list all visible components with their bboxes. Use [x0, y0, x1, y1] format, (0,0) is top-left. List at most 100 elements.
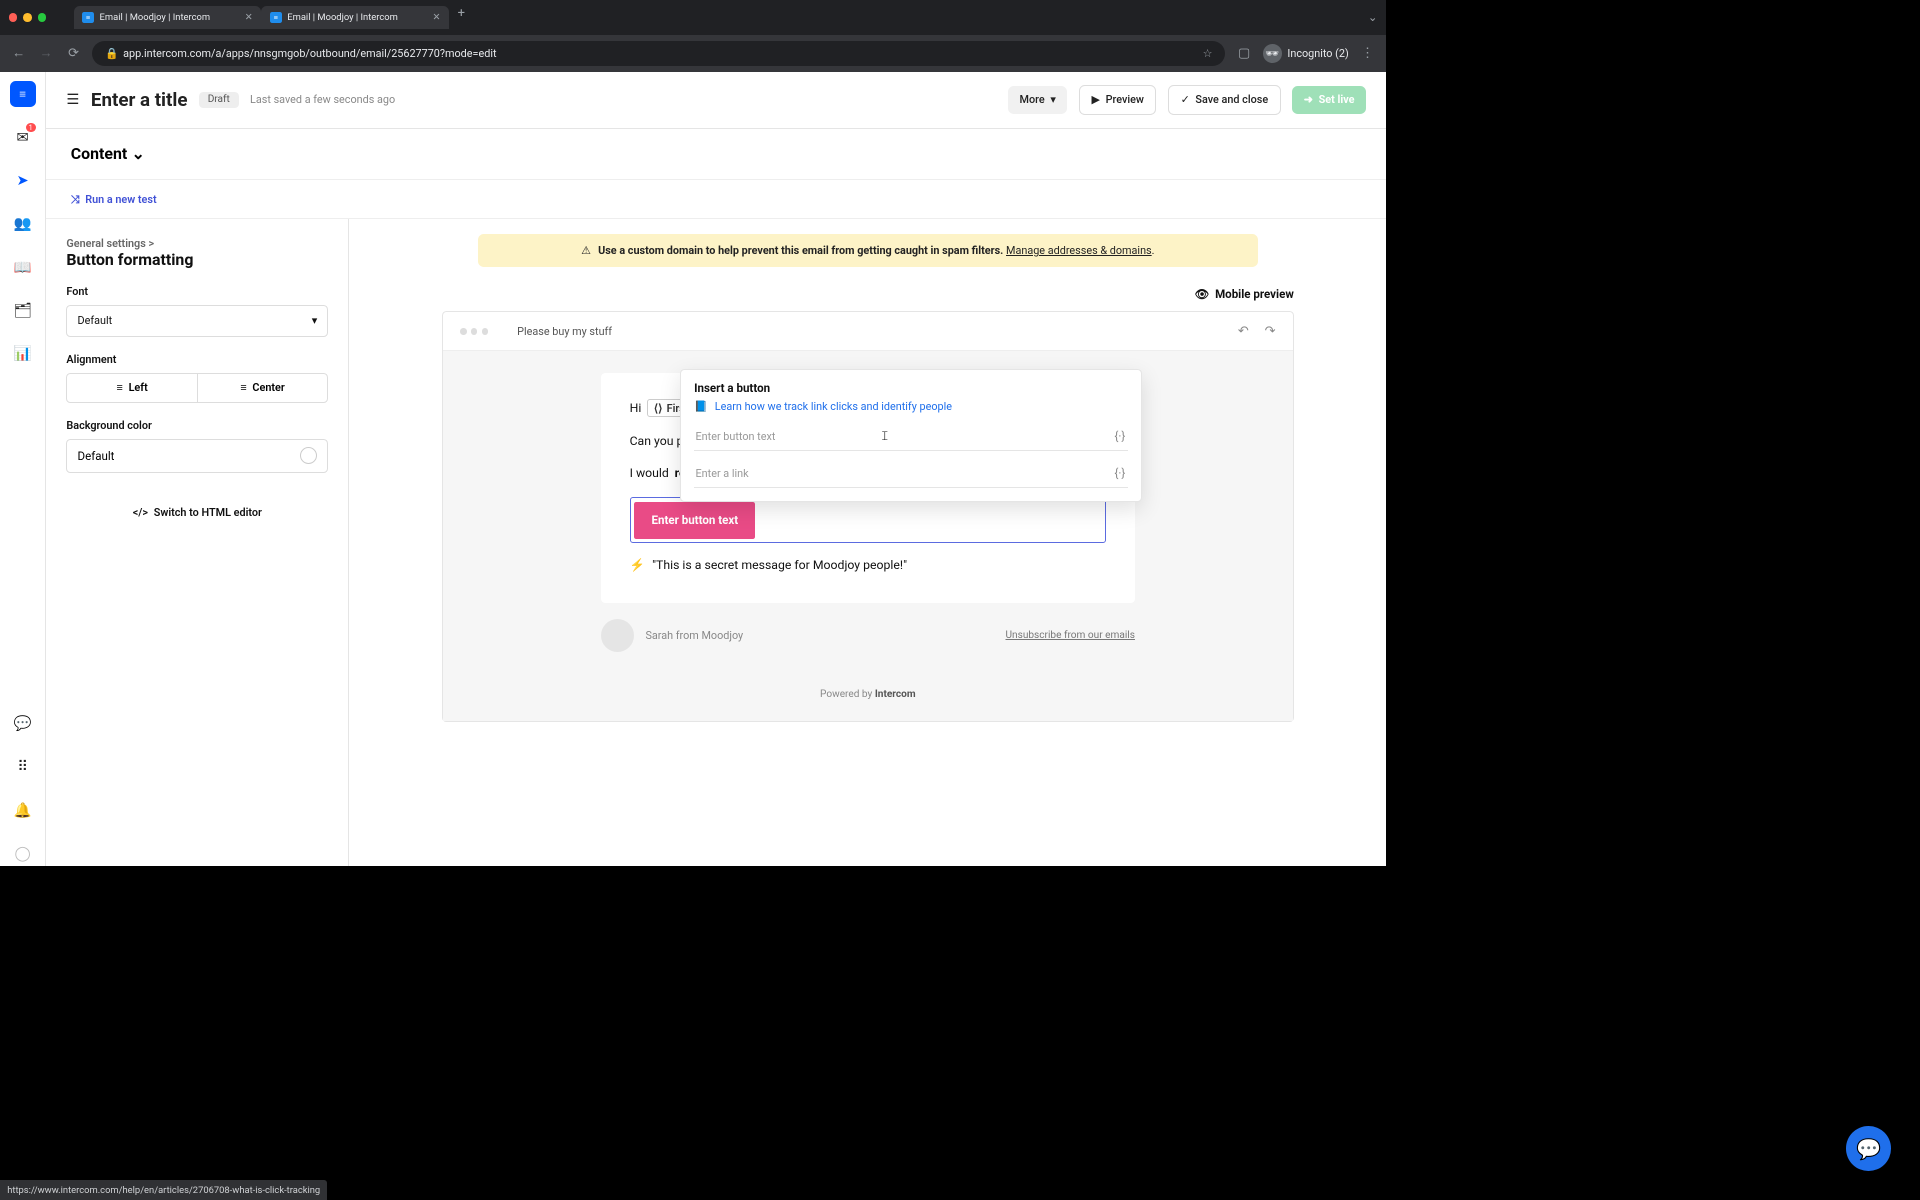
save-label: Save and close: [1195, 93, 1268, 106]
conditional-block[interactable]: ⚡ "This is a secret message for Moodjoy …: [630, 558, 1107, 572]
warning-text: Use a custom domain to help prevent this…: [598, 244, 1003, 257]
chevron-down-icon: ▾: [312, 314, 317, 327]
rail-reports[interactable]: 📊: [10, 341, 36, 367]
preview-label: Preview: [1106, 93, 1144, 106]
variable-icon: ⟨⟩: [654, 402, 662, 415]
align-left-button[interactable]: ≡ Left: [67, 374, 197, 401]
more-menu[interactable]: More ▾: [1008, 86, 1067, 113]
runtest-label: Run a new test: [85, 193, 156, 206]
button-link-input[interactable]: [694, 460, 1128, 488]
chevron-down-icon: ▾: [1050, 93, 1055, 106]
settings-heading: Button formatting: [66, 250, 328, 269]
back-button[interactable]: ←: [10, 45, 27, 61]
tab-favicon: ≡: [82, 12, 94, 24]
preview-button[interactable]: ▶ Preview: [1079, 85, 1157, 114]
chevron-down-icon[interactable]: ⌄: [1368, 10, 1378, 24]
rail-outbound[interactable]: ➤: [10, 167, 36, 193]
text-cursor-icon: 𝙸: [880, 429, 889, 444]
font-value: Default: [78, 314, 113, 327]
status-bar-url: https://www.intercom.com/help/en/article…: [0, 1180, 327, 1200]
tab-title: Email | Moodjoy | Intercom: [287, 12, 398, 23]
email-preview-frame: Please buy my stuff ↶ ↷ Hi ⟨⟩: [442, 311, 1294, 722]
warning-icon: ⚠: [581, 244, 591, 257]
close-window[interactable]: [9, 13, 18, 22]
mobile-preview-toggle[interactable]: 👁 Mobile preview: [1195, 287, 1294, 301]
email-signature: Sarah from Moodjoy Unsubscribe from our …: [601, 619, 1135, 652]
minimize-window[interactable]: [23, 13, 32, 22]
settings-breadcrumb[interactable]: General settings >: [66, 237, 328, 250]
eye-icon: 👁: [1195, 287, 1210, 301]
bg-label: Background color: [66, 419, 328, 432]
incognito-icon: 🕶: [1263, 44, 1282, 63]
run-new-test-link[interactable]: ⤨ Run a new test: [71, 193, 157, 207]
align-center-label: Center: [252, 381, 284, 394]
undo-icon[interactable]: ↶: [1238, 324, 1249, 339]
font-select[interactable]: Default ▾: [66, 305, 328, 337]
button-text-input[interactable]: [694, 423, 1128, 451]
messenger-fab[interactable]: 💬: [1846, 1126, 1891, 1171]
setlive-label: Set live: [1319, 93, 1355, 106]
editor-topbar: ☰ Enter a title Draft Last saved a few s…: [46, 72, 1386, 128]
titlebar: ≡ Email | Moodjoy | Intercom ✕ ≡ Email |…: [0, 0, 1386, 35]
shuffle-icon: ⤨: [71, 193, 80, 207]
align-left-label: Left: [129, 381, 148, 394]
new-tab-button[interactable]: +: [449, 6, 474, 29]
bg-value: Default: [78, 449, 115, 463]
save-close-button[interactable]: ✓ Save and close: [1168, 85, 1281, 114]
incognito-indicator[interactable]: 🕶 Incognito (2): [1263, 44, 1349, 63]
last-saved-text: Last saved a few seconds ago: [250, 93, 395, 106]
rail-profile[interactable]: ◯: [10, 840, 36, 866]
variable-icon[interactable]: {·}: [1114, 466, 1125, 480]
align-left-icon: ≡: [116, 381, 122, 394]
browser-tab-2[interactable]: ≡ Email | Moodjoy | Intercom ✕: [261, 6, 449, 29]
menu-toggle[interactable]: ☰: [66, 91, 79, 108]
play-icon: ▶: [1092, 93, 1100, 106]
variable-icon[interactable]: {·}: [1114, 429, 1125, 443]
rail-apps[interactable]: ⠿: [10, 754, 36, 780]
incognito-label: Incognito (2): [1287, 47, 1348, 60]
close-tab-icon[interactable]: ✕: [245, 12, 253, 23]
bolt-icon: ⚡: [630, 558, 645, 572]
button-block[interactable]: Enter button text: [630, 497, 1107, 543]
reload-button[interactable]: ⟳: [65, 46, 82, 61]
color-swatch[interactable]: [300, 447, 317, 464]
forward-button[interactable]: →: [38, 45, 55, 61]
bookmark-icon[interactable]: ☆: [1203, 47, 1213, 60]
mobile-preview-label: Mobile preview: [1215, 287, 1294, 301]
insert-button-popover: Insert a button 📘 Learn how we track lin…: [680, 369, 1142, 502]
warning-link[interactable]: Manage addresses & domains: [1006, 244, 1152, 257]
intercom-logo[interactable]: ≡: [10, 81, 36, 107]
rail-inbox[interactable]: ✉ 1: [10, 124, 36, 150]
url-bar[interactable]: 🔒 app.intercom.com/a/apps/nnsgmgob/outbo…: [92, 41, 1225, 66]
unsubscribe-link[interactable]: Unsubscribe from our emails: [1006, 630, 1135, 641]
align-center-button[interactable]: ≡ Center: [198, 374, 327, 401]
redo-icon[interactable]: ↷: [1265, 324, 1276, 339]
email-body-card[interactable]: Hi ⟨⟩ First Can you ple I would rea: [601, 373, 1135, 603]
close-tab-icon[interactable]: ✕: [433, 12, 441, 23]
rail-operator[interactable]: 🗂: [10, 297, 36, 323]
rail-contacts[interactable]: 👥: [10, 211, 36, 237]
sender-avatar: [601, 619, 634, 652]
set-live-button[interactable]: ➜ Set live: [1292, 86, 1366, 113]
switch-html-editor[interactable]: </> Switch to HTML editor: [66, 506, 328, 519]
popover-learn-link[interactable]: 📘 Learn how we track link clicks and ide…: [694, 400, 1128, 413]
arrow-icon: ➜: [1304, 93, 1313, 106]
rail-articles[interactable]: 📖: [10, 254, 36, 280]
content-section-header[interactable]: Content ⌄: [46, 129, 1386, 181]
maximize-window[interactable]: [38, 13, 47, 22]
draft-badge: Draft: [199, 92, 238, 109]
rail-messenger[interactable]: 💬: [10, 711, 36, 737]
email-subject[interactable]: Please buy my stuff: [496, 325, 1222, 338]
tab-favicon: ≡: [270, 12, 282, 24]
lock-icon: 🔒: [105, 47, 118, 60]
page-title[interactable]: Enter a title: [91, 89, 188, 111]
check-icon: ✓: [1181, 93, 1190, 106]
traffic-dots: [460, 328, 488, 334]
button-block-text: Enter button text: [634, 502, 755, 539]
bg-color-input[interactable]: Default: [66, 439, 328, 473]
extensions-icon[interactable]: ▢: [1235, 46, 1252, 61]
alignment-segment: ≡ Left ≡ Center: [66, 373, 328, 402]
browser-tab-1[interactable]: ≡ Email | Moodjoy | Intercom ✕: [74, 6, 262, 29]
rail-notifications[interactable]: 🔔: [10, 797, 36, 823]
menu-icon[interactable]: ⋮: [1359, 46, 1376, 61]
